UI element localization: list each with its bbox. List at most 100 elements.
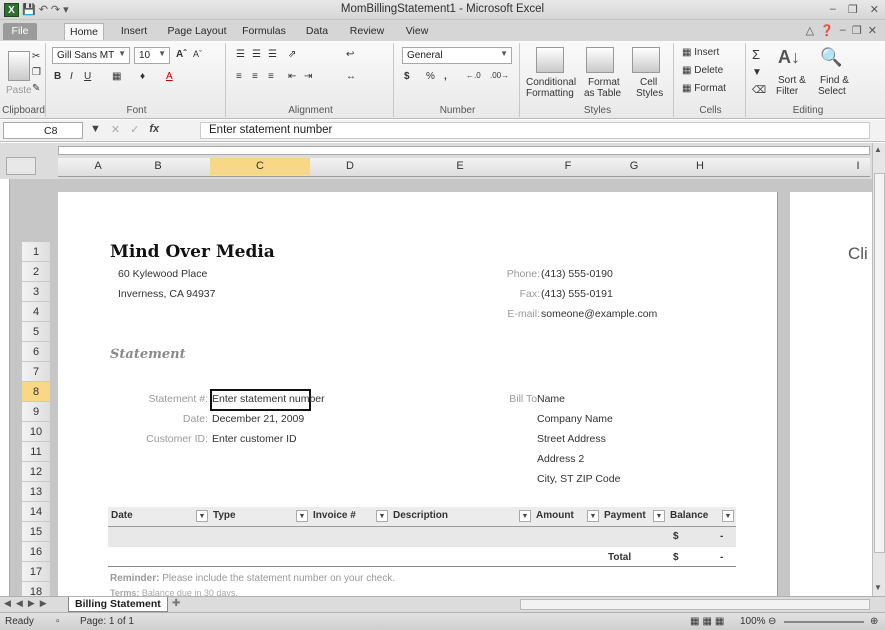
- align-right-icon[interactable]: ≡: [268, 71, 274, 82]
- shrink-font-icon[interactable]: Aˇ: [193, 49, 202, 59]
- bill-to-company[interactable]: Company Name: [537, 413, 613, 425]
- insert-sheet-icon[interactable]: ✚: [172, 598, 180, 609]
- next-page-text[interactable]: Cli: [848, 244, 868, 264]
- sheet-nav-icons[interactable]: ◀◀▶▶: [4, 598, 52, 609]
- formula-input[interactable]: Enter statement number: [200, 122, 870, 139]
- autosum-icon[interactable]: Σ: [752, 47, 760, 62]
- zoom-in-icon[interactable]: ⊕: [870, 616, 878, 627]
- cell-styles-icon[interactable]: [632, 47, 660, 73]
- middle-align-icon[interactable]: ☰: [252, 49, 261, 60]
- merge-center-icon[interactable]: ↔: [346, 71, 356, 82]
- doc-close-icon[interactable]: ✕: [868, 24, 877, 37]
- scroll-up-icon[interactable]: ▲: [874, 145, 882, 154]
- italic-icon[interactable]: I: [70, 71, 73, 82]
- fill-icon[interactable]: ▼: [752, 67, 762, 78]
- bottom-align-icon[interactable]: ☰: [268, 49, 277, 60]
- wrap-text-icon[interactable]: ↩: [346, 49, 354, 60]
- delete-cells-button[interactable]: ▦ Delete: [682, 65, 723, 76]
- column-header-b[interactable]: B: [138, 160, 178, 172]
- find-select-button[interactable]: Find &: [820, 75, 849, 86]
- sort-filter-button[interactable]: Sort &: [778, 75, 806, 86]
- row-header-8[interactable]: 8: [22, 382, 50, 402]
- filter-dropdown-icon[interactable]: ▼: [653, 510, 665, 522]
- vertical-scrollbar[interactable]: ▲ ▼: [872, 143, 885, 596]
- paste-button[interactable]: Paste: [6, 85, 32, 96]
- filter-dropdown-icon[interactable]: ▼: [587, 510, 599, 522]
- table-header-invoice[interactable]: Invoice # ▼: [310, 507, 390, 527]
- increase-indent-icon[interactable]: ⇥: [304, 71, 312, 82]
- filter-dropdown-icon[interactable]: ▼: [376, 510, 388, 522]
- tab-file[interactable]: File: [3, 23, 37, 40]
- close-icon[interactable]: ✕: [870, 3, 879, 16]
- row-header-11[interactable]: 11: [22, 442, 50, 462]
- format-as-table-button[interactable]: Format: [588, 77, 620, 88]
- enter-entry-icon[interactable]: ✓: [130, 123, 139, 136]
- column-header-c[interactable]: C: [210, 158, 310, 175]
- top-align-icon[interactable]: ☰: [236, 49, 245, 60]
- decrease-decimal-icon[interactable]: .00→: [490, 71, 509, 80]
- date-value[interactable]: December 21, 2009: [212, 413, 304, 425]
- filter-dropdown-icon[interactable]: ▼: [519, 510, 531, 522]
- table-header-amount[interactable]: Amount ▼: [533, 507, 601, 527]
- conditional-formatting-icon[interactable]: [536, 47, 564, 73]
- tab-view[interactable]: View: [400, 23, 434, 40]
- row-header-15[interactable]: 15: [22, 522, 50, 542]
- increase-decimal-icon[interactable]: ←.0: [466, 71, 481, 80]
- namebox-dropdown-icon[interactable]: ▼: [90, 123, 101, 136]
- row-header-16[interactable]: 16: [22, 542, 50, 562]
- format-as-table-icon[interactable]: [586, 47, 614, 73]
- font-color-icon[interactable]: A: [166, 71, 173, 82]
- align-center-icon[interactable]: ≡: [252, 71, 258, 82]
- row-header-12[interactable]: 12: [22, 462, 50, 482]
- align-left-icon[interactable]: ≡: [236, 71, 242, 82]
- address-line-2[interactable]: Inverness, CA 94937: [118, 288, 215, 300]
- font-size-combo[interactable]: 10 ▼: [134, 47, 170, 64]
- filter-dropdown-icon[interactable]: ▼: [722, 510, 734, 522]
- scroll-thumb[interactable]: [874, 173, 885, 553]
- maximize-icon[interactable]: ❐: [848, 3, 858, 16]
- macro-record-icon[interactable]: ▫: [56, 616, 60, 627]
- cancel-entry-icon[interactable]: ✕: [111, 123, 120, 136]
- doc-restore-icon[interactable]: ❐: [852, 24, 862, 37]
- filter-dropdown-icon[interactable]: ▼: [196, 510, 208, 522]
- bill-to-address2[interactable]: Address 2: [537, 453, 584, 465]
- find-select-icon[interactable]: 🔍: [820, 47, 842, 68]
- table-header-type[interactable]: Type ▼: [210, 507, 310, 527]
- cell-styles-button[interactable]: Cell: [640, 77, 657, 88]
- sort-filter-icon[interactable]: A↓: [778, 47, 800, 68]
- phone-value[interactable]: (413) 555-0190: [541, 268, 613, 280]
- cell-styles-button-line2[interactable]: Styles: [636, 88, 663, 99]
- sort-filter-button-line2[interactable]: Filter: [776, 86, 798, 97]
- row-header-13[interactable]: 13: [22, 482, 50, 502]
- format-as-table-button-line2[interactable]: as Table: [584, 88, 621, 99]
- paste-icon[interactable]: [8, 51, 30, 81]
- tab-home[interactable]: Home: [64, 23, 104, 40]
- conditional-formatting-button-line2[interactable]: Formatting: [526, 88, 574, 99]
- sheet-tab-billing-statement[interactable]: Billing Statement: [68, 597, 168, 612]
- conditional-formatting-button[interactable]: Conditional: [526, 77, 576, 88]
- cut-icon[interactable]: ✂: [32, 51, 40, 62]
- tab-review[interactable]: Review: [344, 23, 390, 40]
- currency-button[interactable]: $: [404, 71, 410, 82]
- column-header-d[interactable]: D: [310, 160, 390, 172]
- copy-icon[interactable]: ❐: [32, 67, 41, 78]
- bill-to-name[interactable]: Name: [537, 393, 565, 405]
- tab-data[interactable]: Data: [300, 23, 334, 40]
- horizontal-scrollbar[interactable]: [520, 599, 870, 610]
- fill-color-icon[interactable]: ♦: [140, 71, 145, 82]
- table-header-date[interactable]: Date ▼: [108, 507, 210, 527]
- column-header-i[interactable]: I: [848, 160, 868, 172]
- column-header-g[interactable]: G: [604, 160, 664, 172]
- tab-insert[interactable]: Insert: [114, 23, 154, 40]
- column-header-f[interactable]: F: [538, 160, 598, 172]
- terms-line[interactable]: Terms: Balance due in 30 days.: [110, 588, 238, 596]
- borders-icon[interactable]: ▦: [112, 71, 121, 82]
- font-name-combo[interactable]: Gill Sans MT ▼: [52, 47, 130, 64]
- bold-icon[interactable]: B: [54, 71, 61, 82]
- row-header-7[interactable]: 7: [22, 362, 50, 382]
- zoom-level[interactable]: 100%: [740, 616, 766, 627]
- grow-font-icon[interactable]: Aˆ: [176, 49, 187, 60]
- tab-page-layout[interactable]: Page Layout: [164, 23, 230, 40]
- scroll-down-icon[interactable]: ▼: [874, 583, 882, 592]
- table-header-balance[interactable]: Balance ▼: [667, 507, 736, 527]
